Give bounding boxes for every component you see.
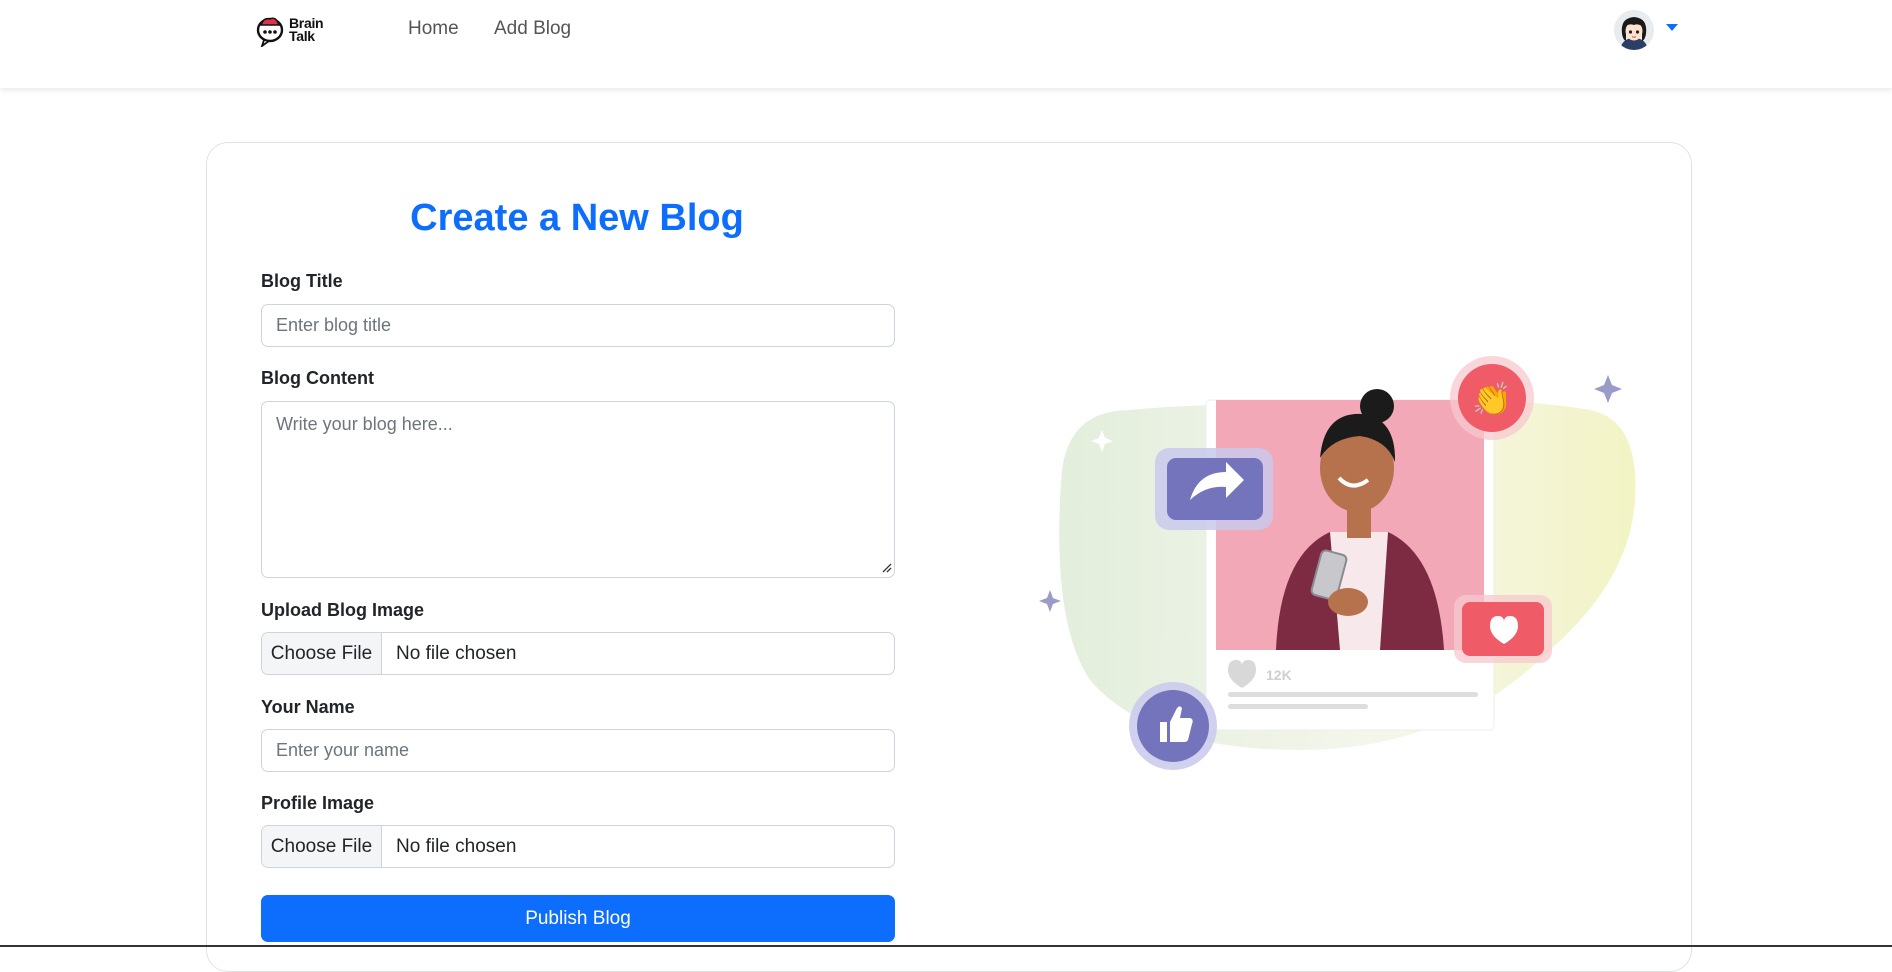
blog-image-file-input[interactable]: Choose File No file chosen [261, 632, 895, 675]
blog-image-label: Upload Blog Image [261, 600, 425, 620]
user-avatar[interactable] [1614, 10, 1654, 50]
blog-content-textarea[interactable] [261, 401, 895, 578]
blog-image-file-status: No file chosen [396, 642, 517, 664]
logo-line-2: Talk [289, 28, 315, 44]
user-menu-dropdown-toggle[interactable] [1666, 24, 1678, 31]
brain-talk-logo[interactable]: Brain Talk [255, 12, 325, 48]
brain-logo-icon [256, 17, 284, 47]
your-name-label: Your Name [261, 697, 355, 717]
blog-content-label: Blog Content [261, 368, 374, 388]
profile-image-label: Profile Image [261, 793, 375, 813]
likes-count: 12K [1266, 667, 1292, 683]
sparkle-icon [1039, 590, 1061, 612]
profile-image-file-status: No file chosen [396, 835, 517, 857]
nav-link-home[interactable]: Home [408, 18, 459, 40]
blog-title-input[interactable] [261, 304, 895, 347]
your-name-input[interactable] [261, 729, 895, 772]
blog-title-label: Blog Title [261, 271, 343, 291]
sparkle-icon [1594, 375, 1622, 403]
publish-blog-button[interactable]: Publish Blog [261, 895, 895, 942]
top-navbar: Brain Talk Home Add Blog [0, 0, 1892, 88]
logo-text: Brain Talk [289, 16, 324, 44]
profile-image-choose-file-button[interactable]: Choose File [262, 826, 382, 867]
nav-link-add-blog[interactable]: Add Blog [494, 18, 571, 40]
textarea-resize-handle[interactable] [882, 563, 892, 573]
social-media-illustration: 12K 👏 [1039, 356, 1636, 770]
blog-image-choose-file-button[interactable]: Choose File [262, 633, 382, 674]
profile-image-file-input[interactable]: Choose File No file chosen [261, 825, 895, 868]
clap-icon: 👏 [1472, 381, 1512, 417]
user-avatar-icon [1614, 10, 1654, 50]
page-title: Create a New Blog [410, 197, 744, 239]
